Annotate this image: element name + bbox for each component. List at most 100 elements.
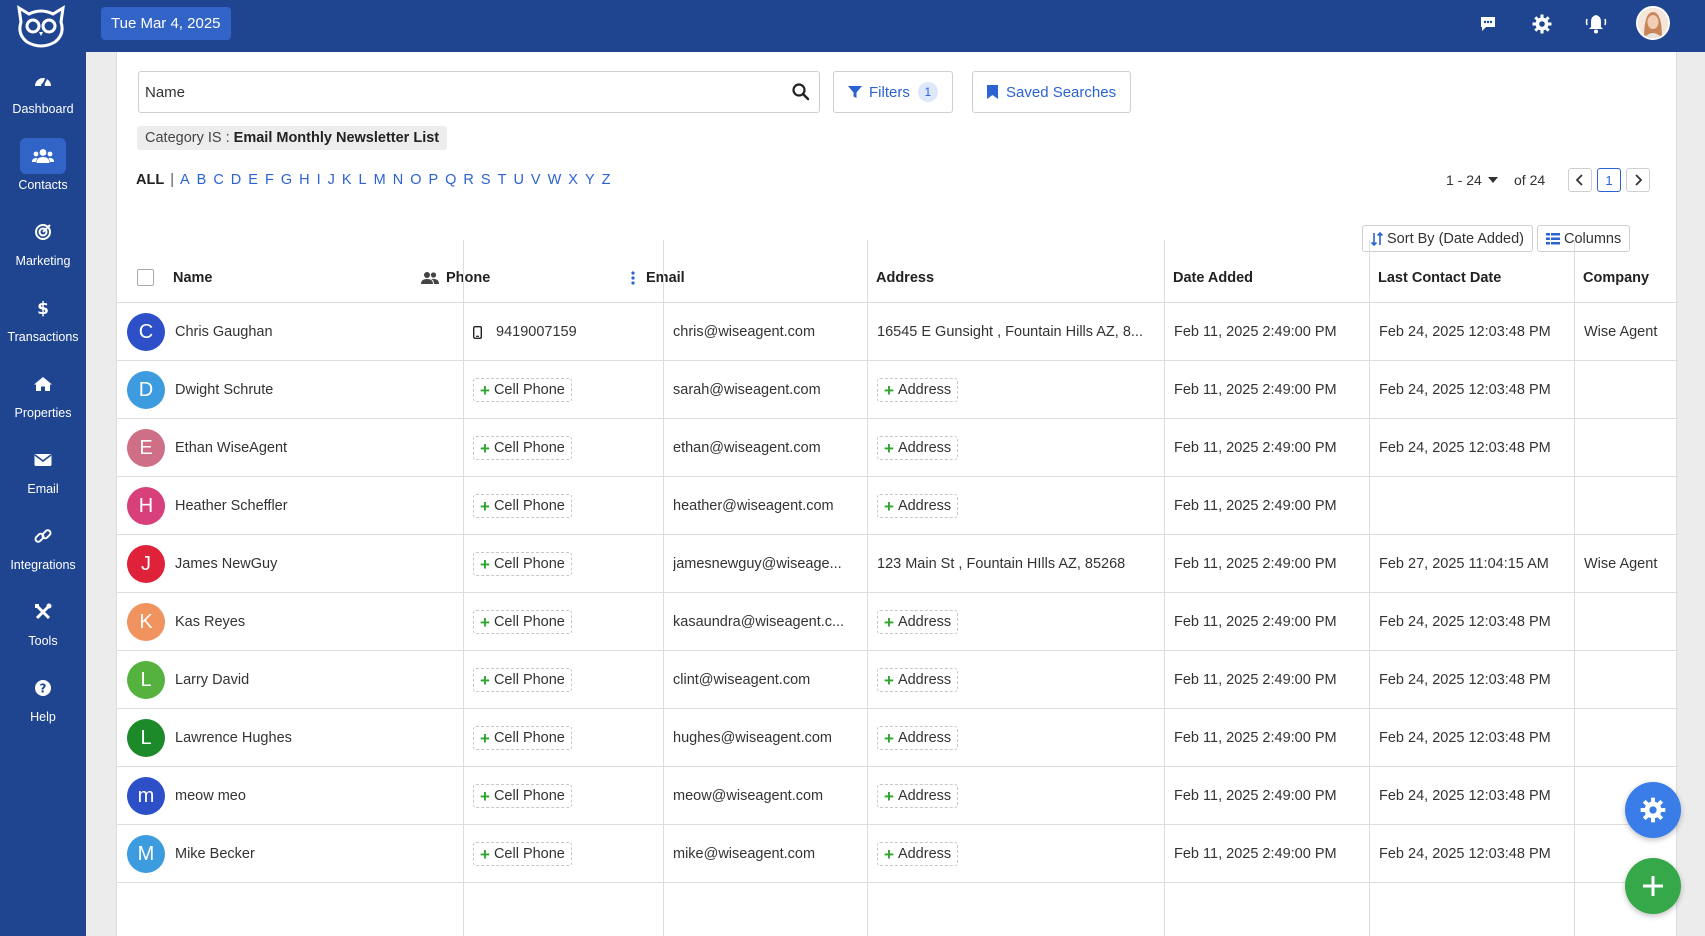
alphabet-letter-u[interactable]: U [513, 172, 523, 188]
add-address-button[interactable]: + Address [877, 784, 959, 808]
table-row[interactable]: J James NewGuy + Cell Phone jamesnewguy@wise… [117, 535, 1678, 593]
add-cell-phone-button[interactable]: + Cell Phone [473, 494, 572, 518]
alphabet-letter-x[interactable]: X [568, 172, 578, 188]
alphabet-letter-a[interactable]: A [180, 172, 190, 188]
alphabet-letter-m[interactable]: M [374, 172, 386, 188]
group-contacts-icon[interactable] [421, 240, 439, 303]
contact-email[interactable]: clint@wiseagent.com [673, 672, 861, 688]
chat-icon[interactable] [1476, 12, 1500, 36]
contact-name[interactable]: meow meo [175, 788, 246, 804]
alphabet-letter-t[interactable]: T [498, 172, 507, 188]
add-cell-phone-button[interactable]: + Cell Phone [473, 668, 572, 692]
header-date-added[interactable]: Date Added [1173, 240, 1253, 303]
add-contact-fab-button[interactable] [1625, 858, 1681, 914]
phone-number[interactable]: 9419007159 [496, 324, 577, 340]
add-cell-phone-button[interactable]: + Cell Phone [473, 842, 572, 866]
user-avatar[interactable] [1636, 6, 1670, 40]
contact-name[interactable]: Heather Scheffler [175, 498, 288, 514]
add-cell-phone-button[interactable]: + Cell Phone [473, 378, 572, 402]
saved-searches-button[interactable]: Saved Searches [972, 71, 1132, 113]
contact-avatar[interactable]: J [127, 545, 165, 583]
header-company[interactable]: Company [1583, 240, 1649, 303]
alphabet-letter-g[interactable]: G [281, 172, 292, 188]
contact-avatar[interactable]: L [127, 719, 165, 757]
contact-name[interactable]: Kas Reyes [175, 614, 245, 630]
contact-avatar[interactable]: M [127, 835, 165, 873]
phone-options-icon[interactable] [631, 240, 635, 303]
alphabet-letter-r[interactable]: R [463, 172, 473, 188]
contact-avatar[interactable]: C [127, 313, 165, 351]
alphabet-letter-c[interactable]: C [213, 172, 223, 188]
add-address-button[interactable]: + Address [877, 726, 959, 750]
table-row[interactable]: M Mike Becker + Cell Phone mike@wiseagent.co… [117, 825, 1678, 883]
search-icon[interactable] [791, 82, 811, 102]
contact-name[interactable]: James NewGuy [175, 556, 277, 572]
header-last-contact-date[interactable]: Last Contact Date [1378, 240, 1501, 303]
contact-name[interactable]: Larry David [175, 672, 249, 688]
page-size-select[interactable]: 1 - 24 [1446, 172, 1498, 188]
alphabet-letter-w[interactable]: W [548, 172, 562, 188]
alphabet-letter-p[interactable]: P [428, 172, 438, 188]
alphabet-letter-j[interactable]: J [328, 172, 335, 188]
contact-email[interactable]: meow@wiseagent.com [673, 788, 861, 804]
alphabet-letter-o[interactable]: O [410, 172, 421, 188]
select-all-checkbox-cell[interactable] [137, 240, 154, 303]
contact-email[interactable]: heather@wiseagent.com [673, 498, 861, 514]
alphabet-letter-q[interactable]: Q [445, 172, 456, 188]
add-address-button[interactable]: + Address [877, 378, 959, 402]
contact-name[interactable]: Ethan WiseAgent [175, 440, 287, 456]
add-address-button[interactable]: + Address [877, 842, 959, 866]
alphabet-letter-h[interactable]: H [299, 172, 309, 188]
alphabet-letter-s[interactable]: S [481, 172, 491, 188]
active-filter-tag[interactable]: Category IS : Email Monthly Newsletter L… [137, 126, 448, 150]
name-search-input[interactable] [139, 72, 759, 112]
add-cell-phone-button[interactable]: + Cell Phone [473, 552, 572, 576]
table-row[interactable]: K Kas Reyes + Cell Phone kasaundra@wiseagent… [117, 593, 1678, 651]
contact-avatar[interactable]: K [127, 603, 165, 641]
header-phone[interactable]: Phone [446, 240, 490, 303]
alphabet-letter-e[interactable]: E [248, 172, 258, 188]
alphabet-letter-f[interactable]: F [265, 172, 274, 188]
notification-bell-icon[interactable] [1584, 12, 1608, 36]
date-chip[interactable]: Tue Mar 4, 2025 [101, 7, 231, 40]
table-row[interactable]: L Lawrence Hughes + Cell Phone hughes@wiseag… [117, 709, 1678, 767]
contact-email[interactable]: jamesnewguy@wiseage... [673, 556, 861, 572]
alphabet-all[interactable]: ALL [136, 172, 164, 188]
contact-name[interactable]: Mike Becker [175, 846, 255, 862]
select-all-checkbox[interactable] [137, 269, 154, 286]
table-row[interactable]: H Heather Scheffler + Cell Phone heather@wis… [117, 477, 1678, 535]
sidebar-item-marketing[interactable]: Marketing [0, 214, 86, 290]
alphabet-letter-k[interactable]: K [342, 172, 352, 188]
current-page-button[interactable]: 1 [1597, 168, 1621, 192]
add-address-button[interactable]: + Address [877, 610, 959, 634]
add-cell-phone-button[interactable]: + Cell Phone [473, 726, 572, 750]
sidebar-item-transactions[interactable]: $ Transactions [0, 290, 86, 366]
contact-name[interactable]: Dwight Schrute [175, 382, 273, 398]
table-row[interactable]: L Larry David + Cell Phone clint@wiseagent.c… [117, 651, 1678, 709]
add-address-button[interactable]: + Address [877, 668, 959, 692]
header-email[interactable]: Email [646, 240, 685, 303]
contact-avatar[interactable]: m [127, 777, 165, 815]
table-row[interactable]: m meow meo + Cell Phone meow@wiseagent.com + A… [117, 767, 1678, 825]
contact-avatar[interactable]: H [127, 487, 165, 525]
settings-gear-icon[interactable] [1530, 12, 1554, 36]
settings-fab-button[interactable] [1625, 782, 1681, 838]
add-cell-phone-button[interactable]: + Cell Phone [473, 436, 572, 460]
sidebar-item-contacts[interactable]: Contacts [0, 138, 86, 214]
contact-name[interactable]: Lawrence Hughes [175, 730, 292, 746]
next-page-button[interactable] [1626, 168, 1650, 192]
contact-email[interactable]: ethan@wiseagent.com [673, 440, 861, 456]
sidebar-item-dashboard[interactable]: Dashboard [0, 62, 86, 138]
sidebar-item-help[interactable]: ? Help [0, 670, 86, 746]
table-row[interactable]: D Dwight Schrute + Cell Phone sarah@wiseagen… [117, 361, 1678, 419]
alphabet-letter-d[interactable]: D [231, 172, 241, 188]
alphabet-letter-b[interactable]: B [197, 172, 207, 188]
contact-email[interactable]: hughes@wiseagent.com [673, 730, 861, 746]
sidebar-item-tools[interactable]: Tools [0, 594, 86, 670]
owl-logo-icon[interactable] [15, 4, 67, 48]
contact-avatar[interactable]: D [127, 371, 165, 409]
add-address-button[interactable]: + Address [877, 436, 959, 460]
alphabet-letter-l[interactable]: L [359, 172, 367, 188]
add-address-button[interactable]: + Address [877, 494, 959, 518]
contact-email[interactable]: kasaundra@wiseagent.c... [673, 614, 861, 630]
